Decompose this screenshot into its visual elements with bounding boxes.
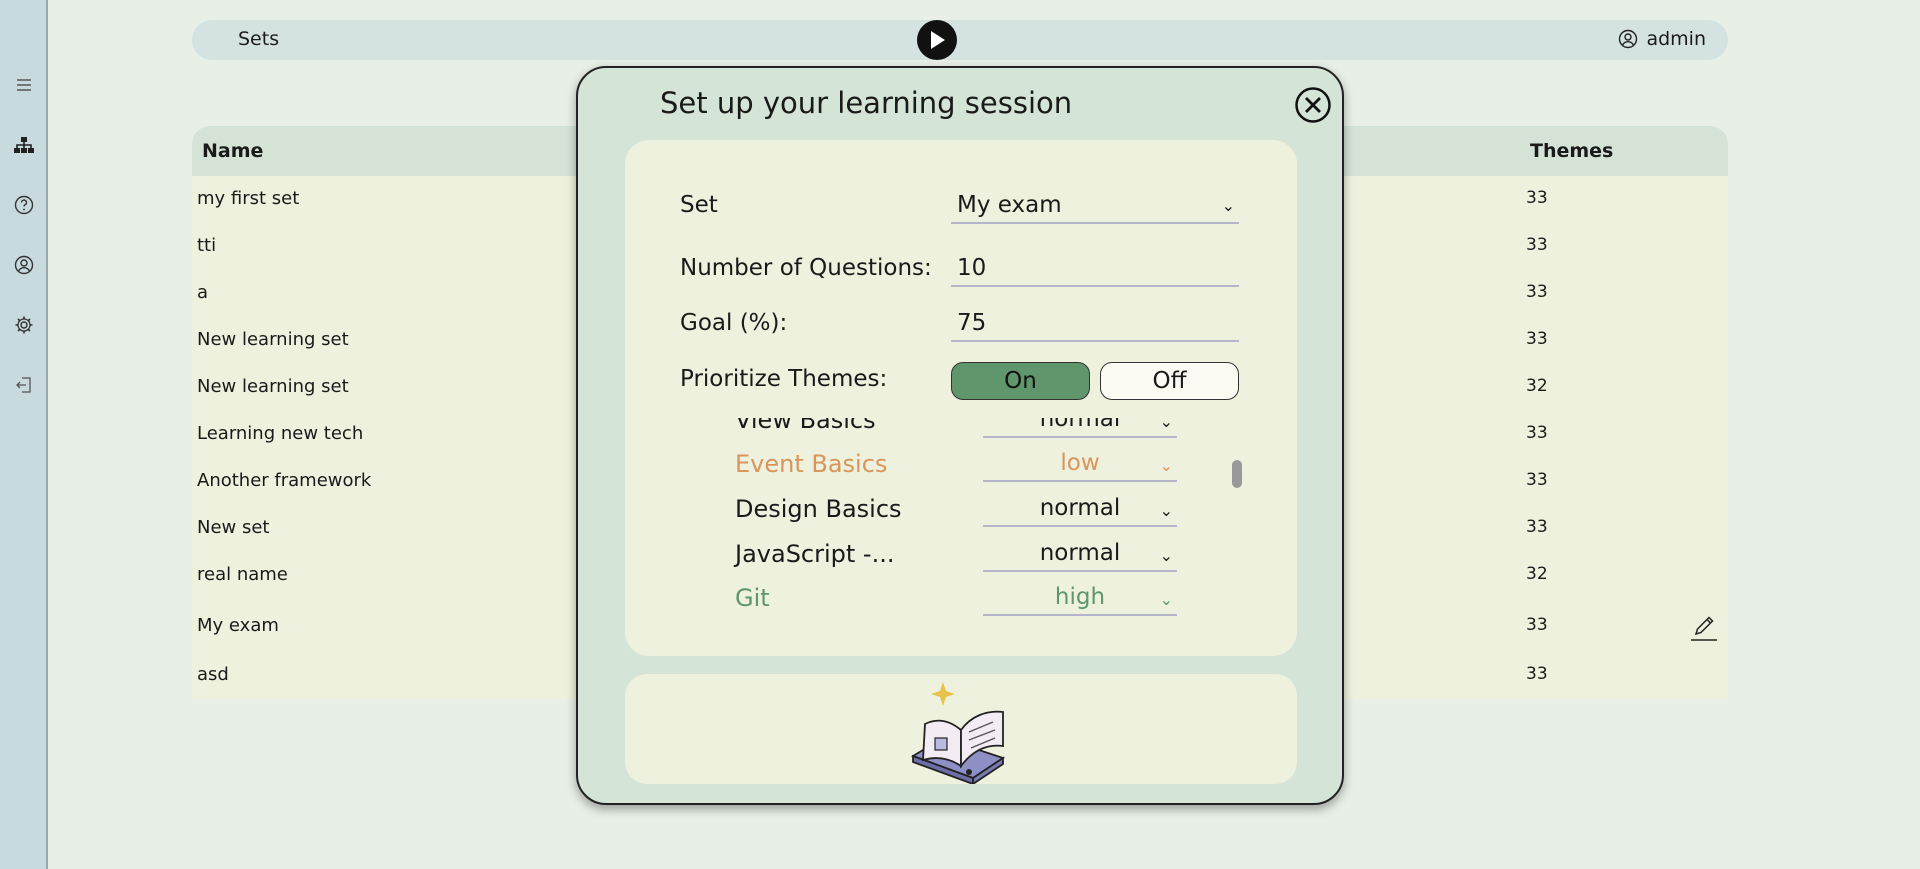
settings-icon[interactable] — [12, 313, 36, 337]
goal-label: Goal (%): — [680, 310, 788, 336]
theme-priority-select[interactable]: normal ⌄ — [983, 418, 1177, 438]
user-menu[interactable]: admin — [1618, 28, 1706, 50]
theme-priority-value: normal — [1039, 540, 1121, 566]
theme-name: Git — [735, 584, 770, 612]
row-themes: 32 — [1526, 376, 1548, 396]
row-name: Learning new tech — [197, 423, 364, 444]
row-themes: 33 — [1526, 235, 1548, 255]
theme-priority-select[interactable]: high ⌄ — [983, 584, 1177, 616]
chevron-down-icon: ⌄ — [1159, 546, 1173, 565]
profile-icon[interactable] — [12, 253, 36, 277]
column-header-name: Name — [202, 140, 264, 162]
row-name: tti — [197, 235, 217, 256]
prioritize-label: Prioritize Themes: — [680, 366, 888, 392]
top-bar: Sets admin — [192, 20, 1728, 60]
toggle-on-button[interactable]: On — [951, 362, 1090, 400]
row-name: my first set — [197, 188, 300, 209]
themes-list[interactable]: View Basics normal ⌄ Event Basics low ⌄ De… — [625, 418, 1297, 656]
close-icon — [1295, 87, 1331, 123]
play-button[interactable] — [917, 20, 957, 60]
theme-name: Design Basics — [735, 495, 902, 523]
logout-icon[interactable] — [12, 373, 36, 397]
modal-title: Set up your learning session — [660, 86, 1073, 120]
theme-priority-select[interactable]: normal ⌄ — [983, 495, 1177, 527]
questions-label: Number of Questions: — [680, 255, 932, 281]
help-icon[interactable] — [12, 193, 36, 217]
questions-value: 10 — [957, 255, 987, 281]
row-themes: 33 — [1526, 517, 1548, 537]
theme-priority-select[interactable]: normal ⌄ — [983, 540, 1177, 572]
page-title: Sets — [238, 28, 280, 50]
row-themes: 33 — [1526, 423, 1548, 443]
theme-priority-select[interactable]: low ⌄ — [983, 450, 1177, 482]
theme-name: Event Basics — [735, 450, 888, 478]
row-themes: 33 — [1526, 664, 1548, 684]
row-name: asd — [197, 664, 229, 685]
edit-icon[interactable] — [1688, 611, 1720, 648]
chevron-down-icon: ⌄ — [1159, 418, 1173, 431]
column-header-themes: Themes — [1530, 140, 1614, 162]
row-name: real name — [197, 564, 288, 585]
chevron-down-icon: ⌄ — [1159, 456, 1173, 475]
illustration-panel — [625, 674, 1297, 784]
sidebar — [0, 0, 48, 869]
open-book-illustration — [910, 682, 1006, 784]
play-icon — [931, 31, 945, 49]
chevron-down-icon: ⌄ — [1221, 196, 1235, 215]
row-name: New set — [197, 517, 270, 538]
theme-priority-value: normal — [1039, 418, 1121, 432]
toggle-off-button[interactable]: Off — [1100, 362, 1239, 400]
close-button[interactable] — [1294, 86, 1332, 124]
row-name: My exam — [197, 615, 279, 636]
row-themes: 32 — [1526, 564, 1548, 584]
row-themes: 33 — [1526, 282, 1548, 302]
theme-priority-value: low — [1060, 450, 1100, 476]
settings-panel: Set My exam ⌄ Number of Questions: 10 Go… — [625, 140, 1297, 656]
set-select[interactable]: My exam ⌄ — [951, 192, 1239, 224]
chevron-down-icon: ⌄ — [1159, 501, 1173, 520]
session-setup-modal: Set up your learning session Set My exam… — [576, 66, 1344, 805]
row-name: New learning set — [197, 376, 349, 397]
theme-name-input[interactable]: JavaScript -... — [735, 540, 894, 568]
row-themes: 33 — [1526, 615, 1548, 635]
theme-name: View Basics — [735, 418, 876, 434]
goal-value: 75 — [957, 310, 987, 336]
row-name: New learning set — [197, 329, 349, 350]
set-label: Set — [680, 192, 718, 218]
row-themes: 33 — [1526, 470, 1548, 490]
questions-input[interactable]: 10 — [951, 255, 1239, 287]
row-themes: 33 — [1526, 329, 1548, 349]
row-themes: 33 — [1526, 188, 1548, 208]
theme-priority-value: normal — [1039, 495, 1121, 521]
menu-icon[interactable] — [12, 73, 36, 97]
user-icon — [1619, 29, 1638, 49]
scrollbar-thumb[interactable] — [1232, 460, 1242, 488]
row-name: Another framework — [197, 470, 372, 491]
sitemap-icon[interactable] — [12, 133, 36, 157]
chevron-down-icon: ⌄ — [1159, 590, 1173, 609]
username: admin — [1646, 28, 1706, 50]
theme-priority-value: high — [1054, 584, 1106, 610]
set-select-value: My exam — [957, 192, 1062, 218]
row-name: a — [197, 282, 209, 303]
goal-input[interactable]: 75 — [951, 310, 1239, 342]
